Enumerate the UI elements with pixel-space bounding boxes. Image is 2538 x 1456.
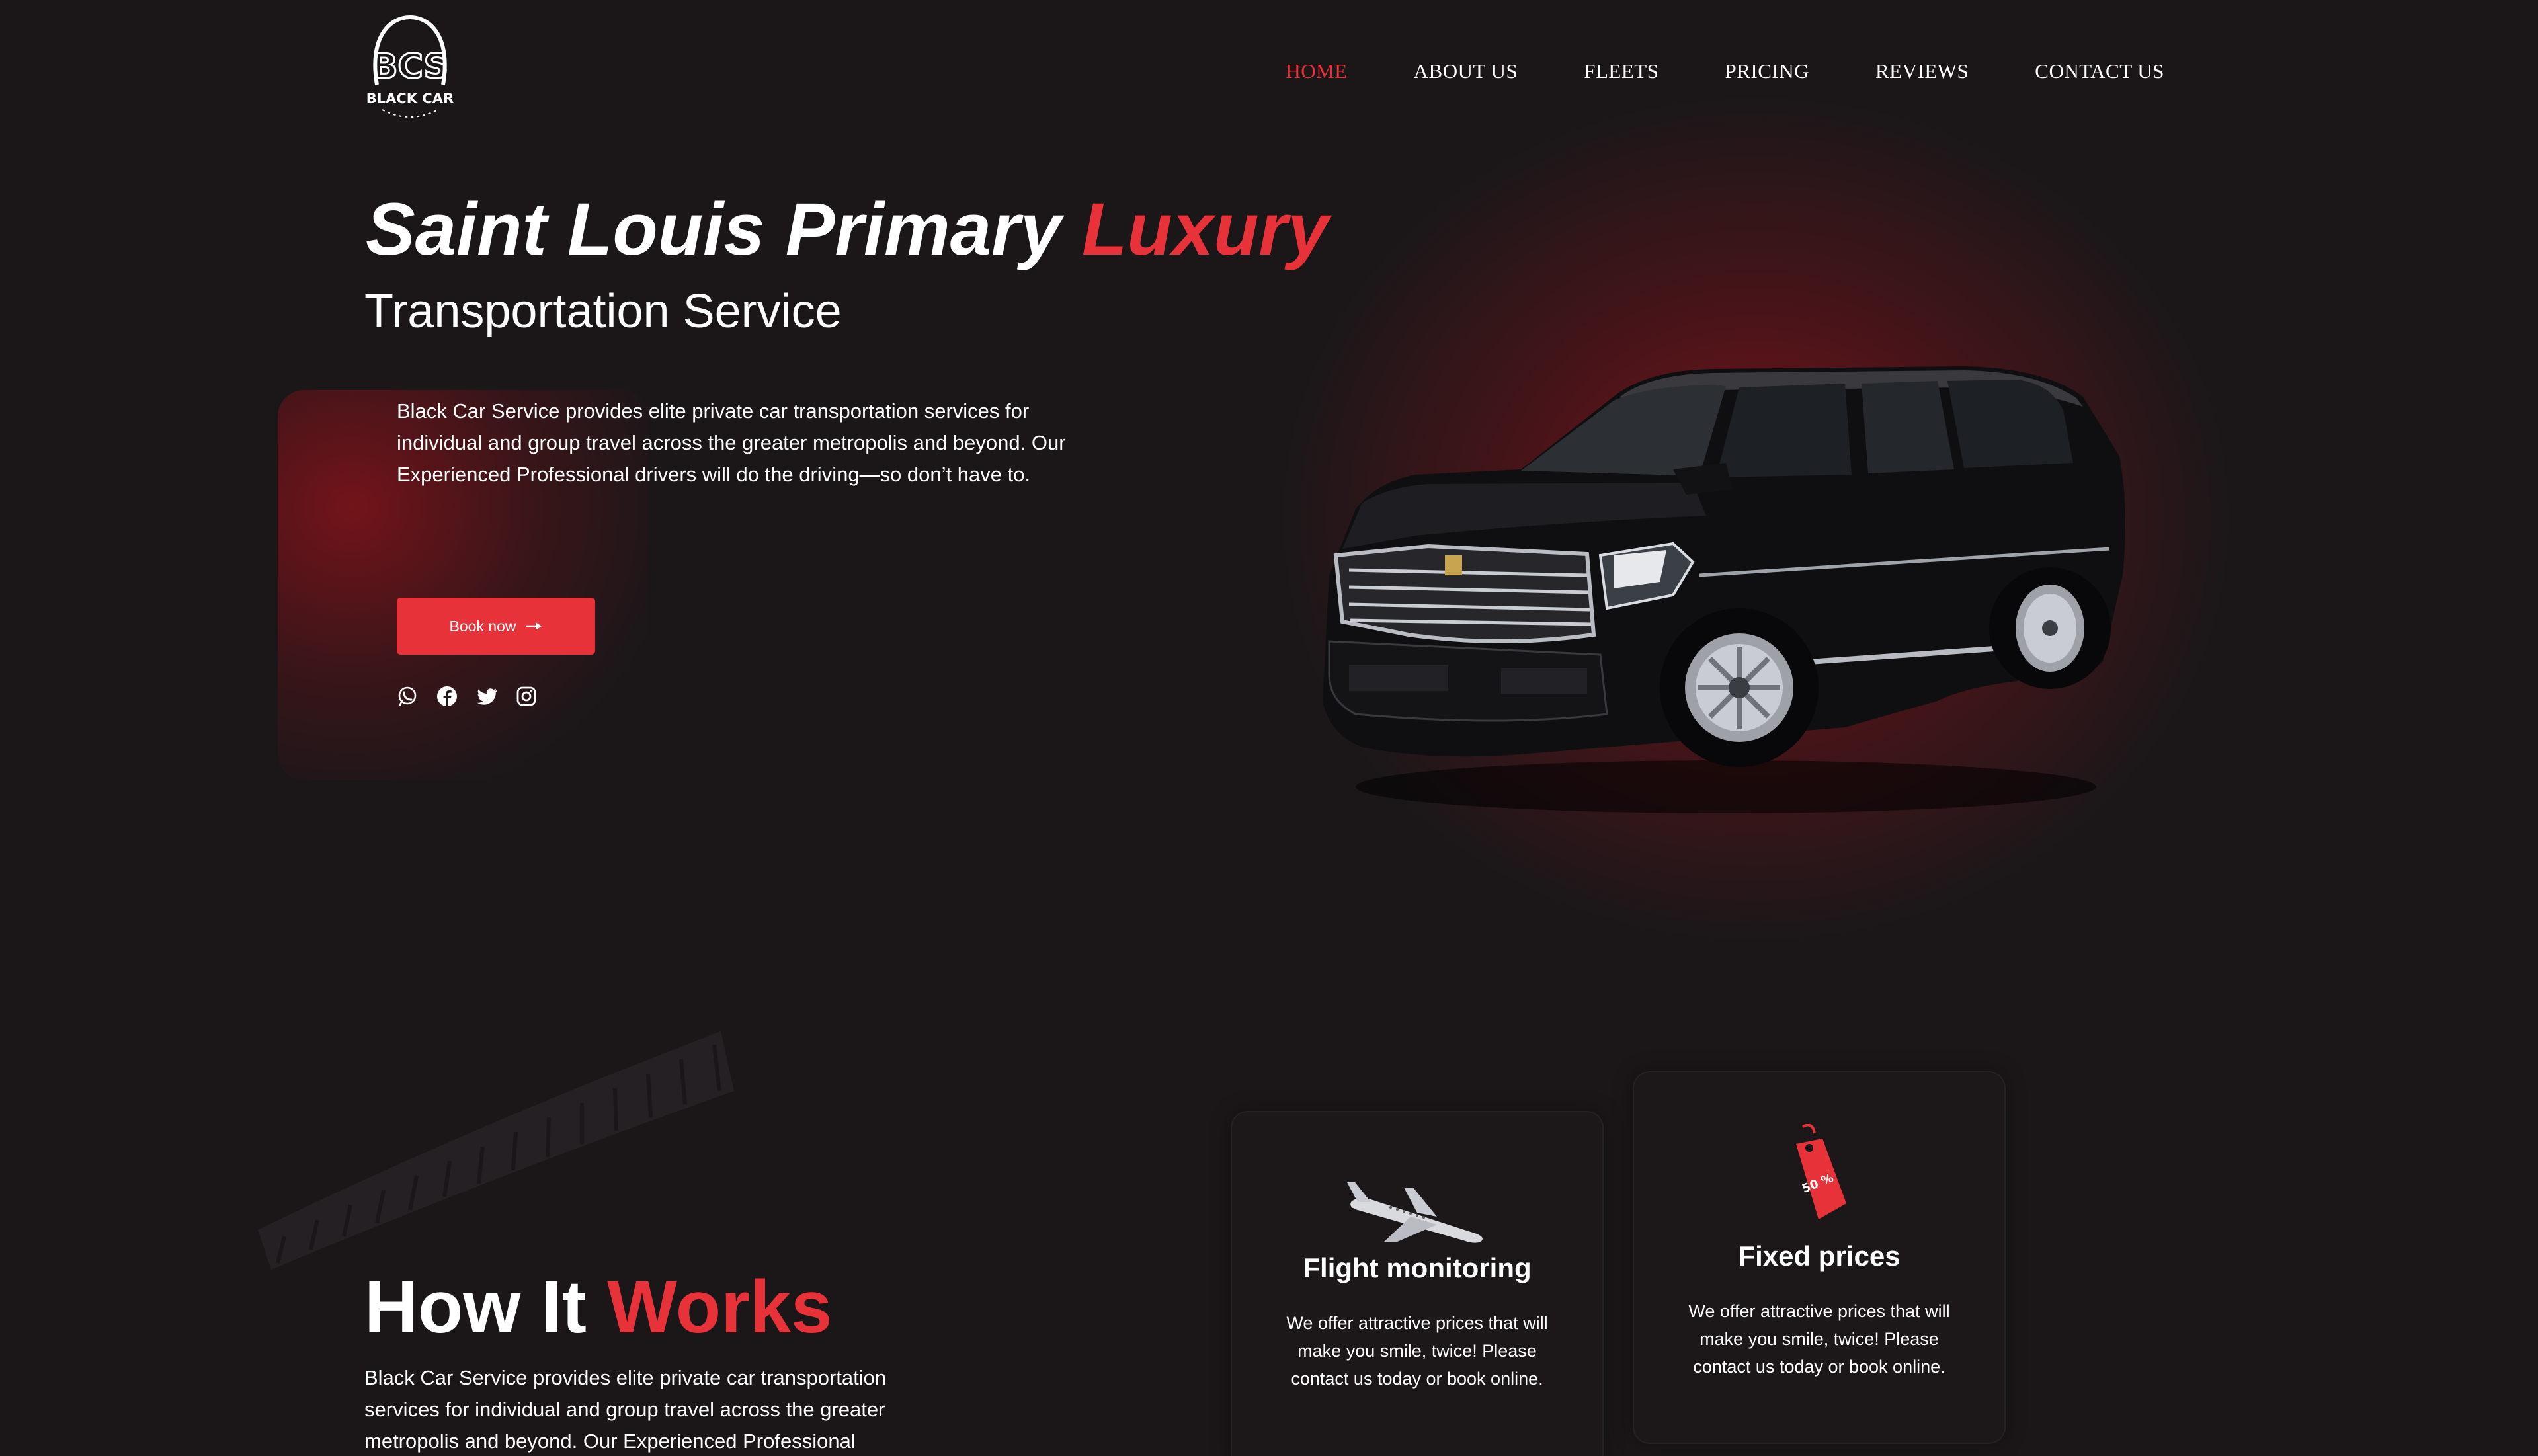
main-nav: HOME ABOUT US FLEETS PRICING REVIEWS CON…	[1286, 60, 2164, 83]
twitter-icon[interactable]	[475, 684, 499, 708]
hero-description: Black Car Service provides elite private…	[397, 399, 1066, 486]
black-car-logo[interactable]: BCS BLACK CAR	[362, 12, 458, 131]
luxury-suv-image	[1323, 366, 2125, 813]
how-it-works-description: Black Car Service provides elite private…	[364, 1366, 887, 1453]
how-title-main: How It	[364, 1266, 608, 1348]
nav-about-us[interactable]: ABOUT US	[1414, 60, 1518, 83]
nav-home[interactable]: HOME	[1286, 60, 1347, 83]
social-links	[395, 684, 538, 708]
card-text: We offer attractive prices that will mak…	[1286, 1313, 1548, 1389]
card-title: Fixed prices	[1738, 1240, 1901, 1272]
card-title: Flight monitoring	[1303, 1252, 1532, 1283]
whatsapp-icon[interactable]	[395, 684, 419, 708]
tire-track-decoration	[258, 1031, 734, 1270]
feature-card-fixed-prices: 50 % Fixed prices We offer attractive pr…	[1633, 1071, 2006, 1444]
instagram-icon[interactable]	[514, 684, 538, 708]
book-now-button[interactable]: Book now	[397, 598, 595, 655]
book-now-label: Book now	[449, 617, 516, 635]
facebook-icon[interactable]	[435, 684, 459, 708]
arrow-right-icon	[525, 622, 542, 630]
svg-text:BLACK CAR: BLACK CAR	[366, 91, 454, 106]
nav-reviews[interactable]: REVIEWS	[1875, 60, 1969, 83]
hero-title: Saint Louis Primary Luxury	[366, 186, 1329, 272]
feature-card-flight-monitoring: Flight monitoring We offer attractive pr…	[1231, 1111, 1604, 1456]
page: BCS BLACK CAR HOME ABOUT US FLEETS PRICI…	[0, 0, 2538, 1456]
hero-subtitle: Transportation Service	[364, 285, 842, 338]
svg-text:BCS: BCS	[372, 47, 448, 87]
airplane-icon	[1347, 1182, 1483, 1243]
nav-pricing[interactable]: PRICING	[1725, 60, 1809, 83]
nav-contact-us[interactable]: CONTACT US	[2035, 60, 2164, 83]
price-tag-icon: 50 %	[1796, 1124, 1846, 1219]
hero-title-main: Saint Louis Primary	[366, 188, 1082, 270]
nav-fleets[interactable]: FLEETS	[1584, 60, 1658, 83]
hero-title-accent: Luxury	[1081, 188, 1329, 270]
how-it-works-title: How It Works	[364, 1264, 832, 1350]
card-text: We offer attractive prices that will mak…	[1688, 1301, 1950, 1377]
how-title-accent: Works	[607, 1266, 833, 1348]
